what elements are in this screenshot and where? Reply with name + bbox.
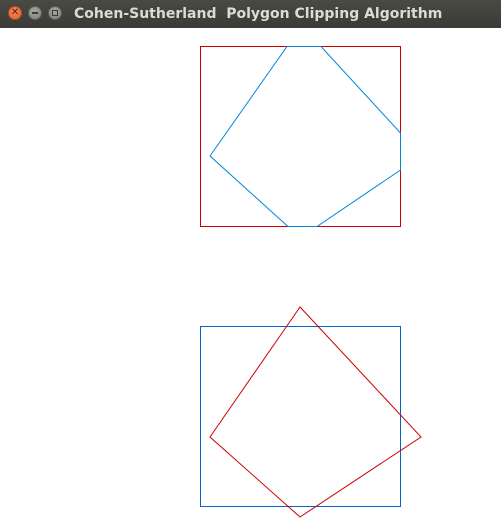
- maximize-icon: [52, 10, 58, 16]
- window-title: Cohen-Sutherland Polygon Clipping Algori…: [74, 6, 443, 22]
- maximize-button[interactable]: [48, 6, 62, 20]
- clip-window-bottom: [200, 326, 401, 507]
- minimize-icon: [32, 12, 38, 14]
- close-button[interactable]: ✕: [8, 6, 22, 20]
- clipped-polygon: [209, 46, 401, 227]
- clipping-drawing: [200, 46, 422, 518]
- app-window: ✕ Cohen-Sutherland Polygon Clipping Algo…: [0, 0, 501, 527]
- minimize-button[interactable]: [28, 6, 42, 20]
- title-bar[interactable]: ✕ Cohen-Sutherland Polygon Clipping Algo…: [0, 0, 501, 29]
- close-icon: ✕: [10, 7, 20, 18]
- clip-window-top: [200, 46, 401, 227]
- original-polygon: [209, 306, 422, 518]
- drawing-canvas: [0, 28, 501, 527]
